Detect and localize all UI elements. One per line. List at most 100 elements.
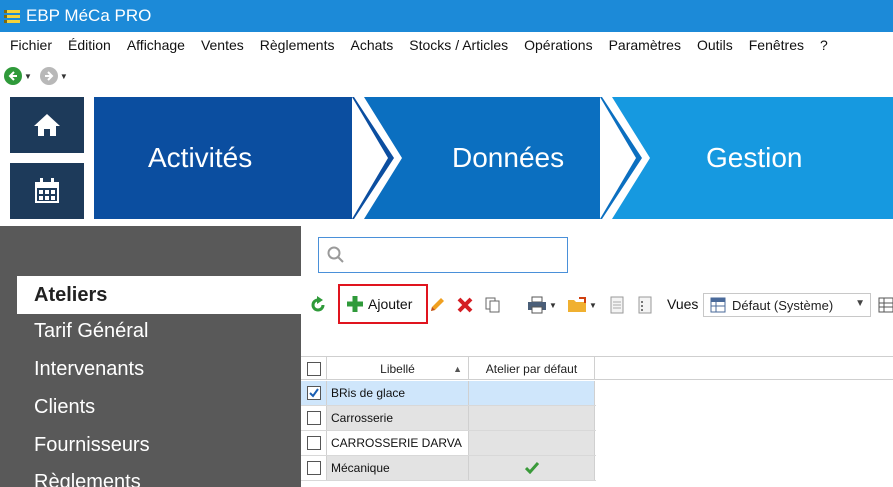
ateliers-grid: Libellé ▲ Atelier par défaut BRis de gla… bbox=[301, 356, 893, 487]
sidebar-item-reglements[interactable]: Règlements bbox=[34, 471, 141, 487]
check-icon bbox=[524, 462, 539, 474]
menu-fenetres[interactable]: Fenêtres bbox=[743, 37, 810, 53]
row-select-cell bbox=[301, 431, 327, 455]
printer-icon bbox=[528, 296, 546, 314]
row-select-cell bbox=[301, 456, 327, 480]
menu-help[interactable]: ? bbox=[814, 37, 834, 53]
row-checkbox[interactable] bbox=[306, 411, 321, 425]
add-button[interactable]: Ajouter bbox=[338, 284, 428, 324]
sidebar-item-fournisseurs[interactable]: Fournisseurs bbox=[34, 434, 150, 457]
cell-atelier-defaut bbox=[469, 456, 595, 480]
forward-button[interactable]: ▼ bbox=[39, 67, 68, 85]
forward-arrow-icon bbox=[39, 67, 58, 85]
table-view-icon bbox=[710, 297, 726, 313]
menu-reglements[interactable]: Règlements bbox=[254, 37, 341, 53]
menu-affichage[interactable]: Affichage bbox=[121, 37, 191, 53]
duplicate-button[interactable] bbox=[484, 296, 502, 314]
search-input[interactable] bbox=[318, 237, 568, 273]
cell-libelle: CARROSSERIE DARVA bbox=[327, 431, 469, 455]
window-title: EBP MéCa PRO bbox=[26, 6, 152, 25]
view-select[interactable]: Défaut (Système) ▼ bbox=[703, 293, 871, 317]
row-select-cell bbox=[301, 406, 327, 430]
cell-atelier-defaut bbox=[469, 381, 595, 405]
document-button[interactable] bbox=[609, 296, 625, 314]
select-all-checkbox[interactable] bbox=[306, 361, 321, 376]
menu-fichier[interactable]: Fichier bbox=[4, 37, 58, 53]
table-row[interactable]: Carrosserie bbox=[301, 406, 596, 431]
view-select-value: Défaut (Système) bbox=[732, 297, 834, 313]
add-button-label: Ajouter bbox=[368, 296, 413, 312]
cell-atelier-defaut bbox=[469, 406, 595, 430]
cell-atelier-defaut bbox=[469, 431, 595, 455]
pencil-icon bbox=[431, 298, 444, 311]
column-atelier-defaut-label: Atelier par défaut bbox=[485, 361, 578, 376]
column-header-atelier-defaut[interactable]: Atelier par défaut bbox=[469, 357, 595, 380]
menu-bar: Fichier Édition Affichage Ventes Règleme… bbox=[0, 32, 893, 58]
module-banner: Activités Données Gestion bbox=[94, 97, 893, 219]
title-bar: EBP MéCa PRO bbox=[0, 0, 893, 32]
table-row[interactable]: Mécanique bbox=[301, 456, 596, 481]
header-select-all[interactable] bbox=[301, 357, 327, 380]
menu-operations[interactable]: Opérations bbox=[518, 37, 598, 53]
sort-asc-icon: ▲ bbox=[453, 363, 462, 374]
grid-layout-button[interactable] bbox=[878, 297, 893, 313]
grid-header: Libellé ▲ Atelier par défaut bbox=[301, 356, 893, 380]
views-label: Vues bbox=[667, 296, 699, 312]
refresh-icon bbox=[311, 296, 325, 312]
row-checkbox[interactable] bbox=[306, 386, 321, 400]
banner-donnees[interactable]: Données bbox=[452, 97, 564, 219]
copy-icon bbox=[485, 297, 500, 313]
menu-edition[interactable]: Édition bbox=[62, 37, 117, 53]
table-row[interactable]: BRis de glace bbox=[301, 381, 596, 406]
checkmark-icon bbox=[308, 388, 319, 398]
chevron-down-icon: ▼ bbox=[855, 298, 865, 309]
plus-icon bbox=[347, 296, 363, 312]
search-field[interactable] bbox=[351, 247, 551, 263]
row-select-cell bbox=[301, 381, 327, 405]
cell-libelle: Mécanique bbox=[327, 456, 469, 480]
print-button[interactable]: ▼ bbox=[527, 296, 557, 314]
cell-libelle: Carrosserie bbox=[327, 406, 469, 430]
list-icon bbox=[638, 296, 652, 314]
delete-button[interactable] bbox=[456, 296, 474, 314]
chevron-down-icon: ▼ bbox=[24, 71, 32, 81]
sidebar-item-clients[interactable]: Clients bbox=[34, 396, 95, 419]
grid-icon bbox=[878, 297, 893, 313]
sidebar-item-ateliers[interactable]: Ateliers bbox=[17, 276, 301, 314]
chevron-down-icon: ▼ bbox=[549, 300, 557, 310]
banner-gestion[interactable]: Gestion bbox=[706, 97, 803, 219]
column-libelle-label: Libellé bbox=[380, 361, 415, 376]
delete-x-icon bbox=[457, 297, 473, 313]
menu-achats[interactable]: Achats bbox=[344, 37, 399, 53]
calendar-button[interactable] bbox=[10, 163, 84, 219]
row-checkbox[interactable] bbox=[306, 436, 321, 450]
sidebar: Ateliers Tarif Général Intervenants Clie… bbox=[0, 226, 301, 487]
row-checkbox[interactable] bbox=[306, 461, 321, 475]
navigation-buttons: ▼ ▼ bbox=[0, 62, 68, 90]
column-header-libelle[interactable]: Libellé ▲ bbox=[327, 357, 469, 380]
chevron-down-icon: ▼ bbox=[59, 71, 68, 81]
calendar-icon bbox=[35, 178, 59, 203]
search-icon bbox=[327, 246, 344, 263]
menu-outils[interactable]: Outils bbox=[691, 37, 739, 53]
list-button[interactable] bbox=[637, 296, 653, 314]
home-icon bbox=[34, 114, 60, 136]
home-button[interactable] bbox=[10, 97, 84, 153]
sidebar-item-intervenants[interactable]: Intervenants bbox=[34, 358, 144, 381]
cell-libelle: BRis de glace bbox=[327, 381, 469, 405]
export-button[interactable]: ▼ bbox=[567, 296, 597, 314]
back-arrow-icon bbox=[4, 67, 22, 85]
banner-activites[interactable]: Activités bbox=[148, 97, 252, 219]
app-window: EBP MéCa PRO Fichier Édition Affichage V… bbox=[0, 0, 893, 487]
document-icon bbox=[610, 296, 624, 314]
table-row[interactable]: CARROSSERIE DARVA bbox=[301, 431, 596, 456]
refresh-button[interactable] bbox=[309, 296, 327, 314]
sidebar-item-tarif-general[interactable]: Tarif Général bbox=[34, 320, 149, 343]
menu-ventes[interactable]: Ventes bbox=[195, 37, 250, 53]
chevron-down-icon: ▼ bbox=[589, 300, 597, 310]
edit-button[interactable] bbox=[428, 296, 446, 314]
menu-stocks-articles[interactable]: Stocks / Articles bbox=[403, 37, 514, 53]
app-logo-icon bbox=[4, 7, 20, 25]
back-button[interactable]: ▼ bbox=[4, 67, 32, 85]
menu-parametres[interactable]: Paramètres bbox=[603, 37, 687, 53]
